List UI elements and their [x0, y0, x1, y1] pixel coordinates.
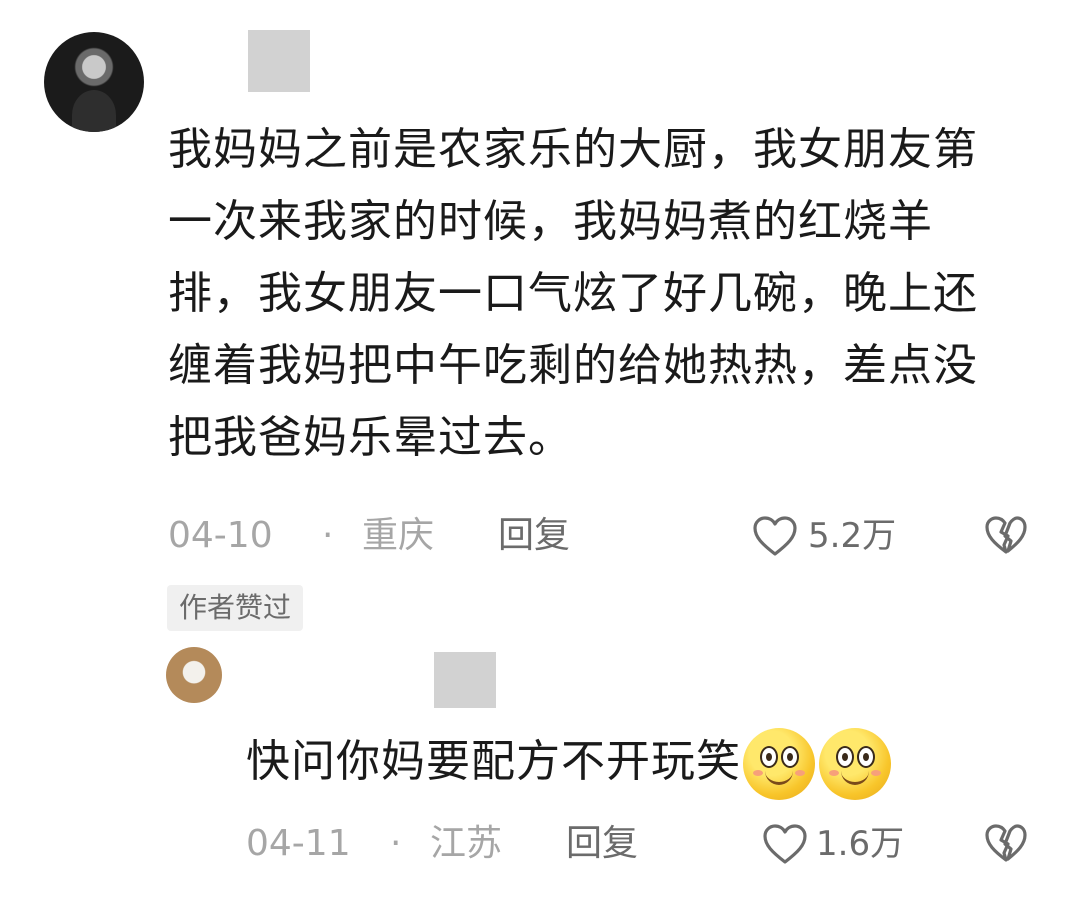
- like-count: 5.2万: [808, 516, 897, 556]
- smiley-face-emoji: [743, 728, 815, 800]
- reply-dislike-button[interactable]: [984, 823, 1028, 863]
- like-button[interactable]: [752, 515, 798, 557]
- commenter-avatar[interactable]: [44, 32, 144, 132]
- reply-comment-text: 快问你妈要配方不开玩笑: [246, 728, 891, 800]
- reply-meta-separator: ·: [390, 823, 402, 864]
- meta-separator: ·: [322, 515, 334, 556]
- author-liked-badge: 作者赞过: [167, 585, 304, 631]
- comment-location: 重庆: [362, 515, 435, 556]
- reply-button[interactable]: 回复: [498, 514, 570, 558]
- heart-outline-icon: [753, 516, 797, 556]
- comment-text: 我妈妈之前是农家乐的大厨，我女朋友第一次来我家的时候，我妈妈煮的红烧羊排，我女朋…: [168, 124, 978, 463]
- reply-text: 快问你妈要配方不开玩笑: [246, 736, 741, 787]
- heart-outline-icon: [763, 824, 807, 864]
- reply-like-button[interactable]: [762, 823, 808, 865]
- broken-heart-icon: [985, 516, 1027, 554]
- reply-commenter-avatar[interactable]: [166, 647, 222, 703]
- dislike-button[interactable]: [984, 515, 1028, 555]
- reply-date: 04-11: [246, 823, 351, 864]
- reply-location: 江苏: [430, 823, 503, 864]
- broken-heart-icon: [985, 824, 1027, 862]
- reply-like-count: 1.6万: [816, 824, 905, 864]
- username-redacted[interactable]: [248, 30, 310, 92]
- comment-date: 04-10: [168, 515, 273, 556]
- smiley-face-emoji: [819, 728, 891, 800]
- reply-reply-button[interactable]: 回复: [566, 822, 638, 866]
- reply-username-redacted[interactable]: [434, 652, 496, 708]
